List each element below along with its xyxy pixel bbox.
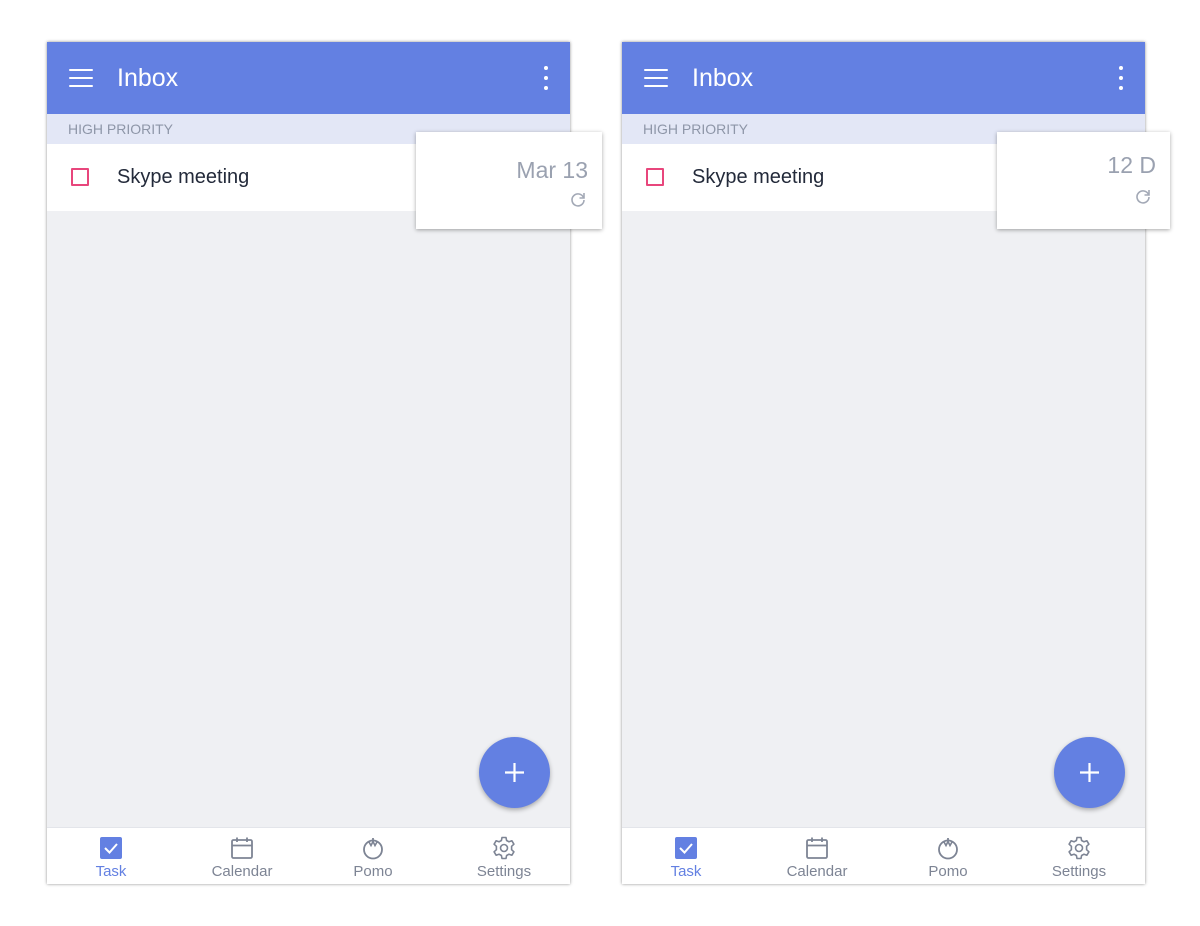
nav-label: Settings (476, 863, 532, 880)
app-bar: Inbox (47, 42, 570, 114)
nav-item-calendar[interactable]: Calendar (767, 828, 867, 884)
page-title: Inbox (117, 64, 179, 92)
nav-label: Settings (1051, 863, 1107, 880)
nav-item-task[interactable]: Task (61, 828, 161, 884)
pomodoro-tomato-icon (938, 838, 958, 860)
phone-screen-1: Inbox HIGH PRIORITY Skype meeting Mar 13… (47, 42, 602, 884)
phone-screen-2: Inbox HIGH PRIORITY Skype meeting 12 D T… (622, 42, 1170, 884)
popup-date: 12 D (1107, 152, 1156, 178)
plus-icon (505, 763, 524, 782)
task-checkbox[interactable] (71, 168, 89, 186)
task-checkbox[interactable] (646, 168, 664, 186)
task-title: Skype meeting (117, 166, 250, 188)
app-bar: Inbox (622, 42, 1145, 114)
task-checkbox-icon (100, 837, 122, 859)
nav-item-settings[interactable]: Settings (454, 828, 554, 884)
calendar-icon (231, 837, 253, 859)
bottom-navigation: Task Calendar Pomo Settings (622, 827, 1145, 884)
nav-label: Calendar (786, 863, 848, 880)
nav-item-calendar[interactable]: Calendar (192, 828, 292, 884)
repeat-icon (1136, 190, 1150, 204)
calendar-icon (806, 837, 828, 859)
task-checkbox-icon (675, 837, 697, 859)
nav-label: Pomo (928, 863, 968, 880)
nav-label: Pomo (353, 863, 393, 880)
date-popup: Mar 13 (416, 132, 602, 229)
nav-item-pomo[interactable]: Pomo (898, 828, 998, 884)
nav-label: Task (95, 863, 127, 880)
nav-item-task[interactable]: Task (636, 828, 736, 884)
add-task-button[interactable] (479, 737, 550, 808)
pomodoro-tomato-icon (363, 838, 383, 860)
repeat-icon (571, 193, 585, 207)
nav-item-pomo[interactable]: Pomo (323, 828, 423, 884)
hamburger-menu-icon[interactable] (644, 69, 668, 87)
nav-label: Task (670, 863, 702, 880)
date-popup: 12 D (997, 132, 1170, 229)
gear-icon (1068, 836, 1090, 860)
page-title: Inbox (692, 64, 754, 92)
task-title: Skype meeting (692, 166, 825, 188)
popup-date: Mar 13 (516, 157, 588, 183)
gear-icon (493, 836, 515, 860)
bottom-navigation: Task Calendar Pomo Settings (47, 827, 570, 884)
add-task-button[interactable] (1054, 737, 1125, 808)
plus-icon (1080, 763, 1099, 782)
more-vertical-icon[interactable] (542, 66, 550, 90)
nav-label: Calendar (211, 863, 273, 880)
hamburger-menu-icon[interactable] (69, 69, 93, 87)
more-vertical-icon[interactable] (1117, 66, 1125, 90)
nav-item-settings[interactable]: Settings (1029, 828, 1129, 884)
